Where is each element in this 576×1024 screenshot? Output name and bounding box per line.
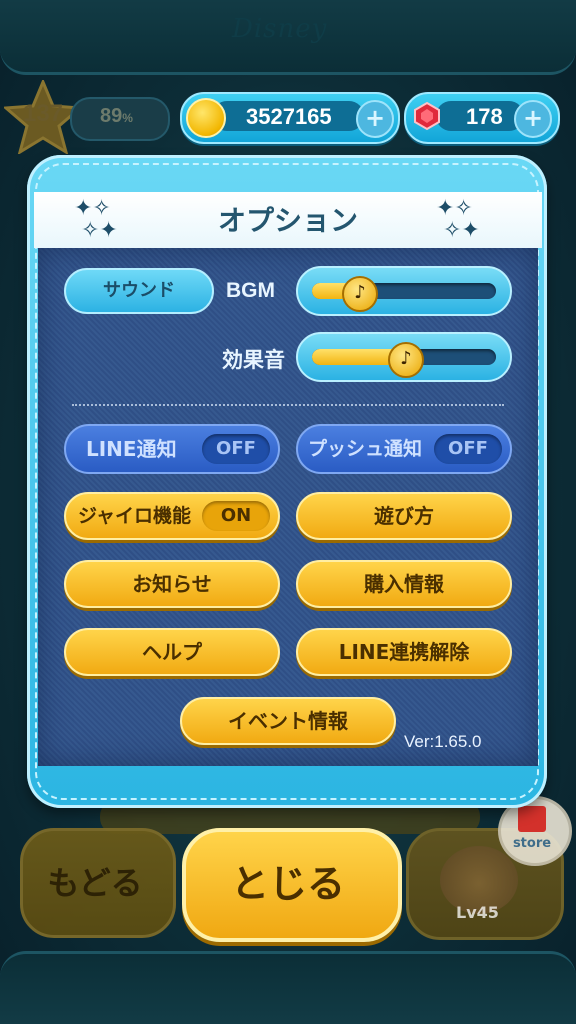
sound-effect-slider[interactable]: ♪ <box>296 332 512 382</box>
gift-box-icon <box>518 806 546 832</box>
push-notification-toggle[interactable]: プッシュ通知 OFF <box>296 424 512 474</box>
exp-percent: 89% <box>100 105 133 127</box>
gyro-label: ジャイロ機能 <box>78 505 192 527</box>
divider <box>72 404 504 406</box>
add-rubies-button[interactable]: + <box>514 100 552 138</box>
sound-effect-slider-knob[interactable]: ♪ <box>388 342 424 378</box>
line-notification-state: OFF <box>202 434 270 464</box>
coin-value: 3527165 <box>246 104 332 129</box>
ruby-value: 178 <box>466 104 503 129</box>
bgm-slider[interactable]: ♪ <box>296 266 512 316</box>
push-notification-label: プッシュ通知 <box>308 438 423 460</box>
ruby-icon <box>414 101 440 131</box>
sparkle-left-icon: ✦✧ ✧✦ <box>74 196 118 243</box>
coin-icon <box>186 98 226 138</box>
bgm-label: BGM <box>226 279 275 302</box>
push-notification-state: OFF <box>434 434 502 464</box>
line-notification-label: LINE通知 <box>86 437 177 461</box>
purchase-info-button[interactable]: 購入情報 <box>296 560 512 608</box>
store-label: store <box>512 836 552 851</box>
event-info-button[interactable]: イベント情報 <box>180 697 396 745</box>
level-value: 137 <box>22 100 64 127</box>
top-bar: Disney <box>0 0 576 75</box>
line-unlink-button[interactable]: LINE連携解除 <box>296 628 512 676</box>
version-text: Ver:1.65.0 <box>404 732 482 751</box>
disney-logo: Disney <box>232 14 328 44</box>
sound-button[interactable]: サウンド <box>64 268 214 314</box>
bottom-bar <box>0 951 576 1024</box>
sparkle-right-icon: ✦✧ ✧✦ <box>436 196 480 243</box>
sound-effect-label: 効果音 <box>222 348 285 372</box>
how-to-play-button[interactable]: 遊び方 <box>296 492 512 540</box>
gyro-toggle[interactable]: ジャイロ機能 ON <box>64 492 280 540</box>
news-button[interactable]: お知らせ <box>64 560 280 608</box>
back-button-label: もどる <box>47 864 143 902</box>
gyro-state: ON <box>202 501 270 531</box>
add-coins-button[interactable]: + <box>356 100 394 138</box>
close-button-label: とじる <box>230 862 345 906</box>
help-button[interactable]: ヘルプ <box>64 628 280 676</box>
bgm-slider-knob[interactable]: ♪ <box>342 276 378 312</box>
line-notification-toggle[interactable]: LINE通知 OFF <box>64 424 280 474</box>
character-level: Lv45 <box>456 903 499 922</box>
